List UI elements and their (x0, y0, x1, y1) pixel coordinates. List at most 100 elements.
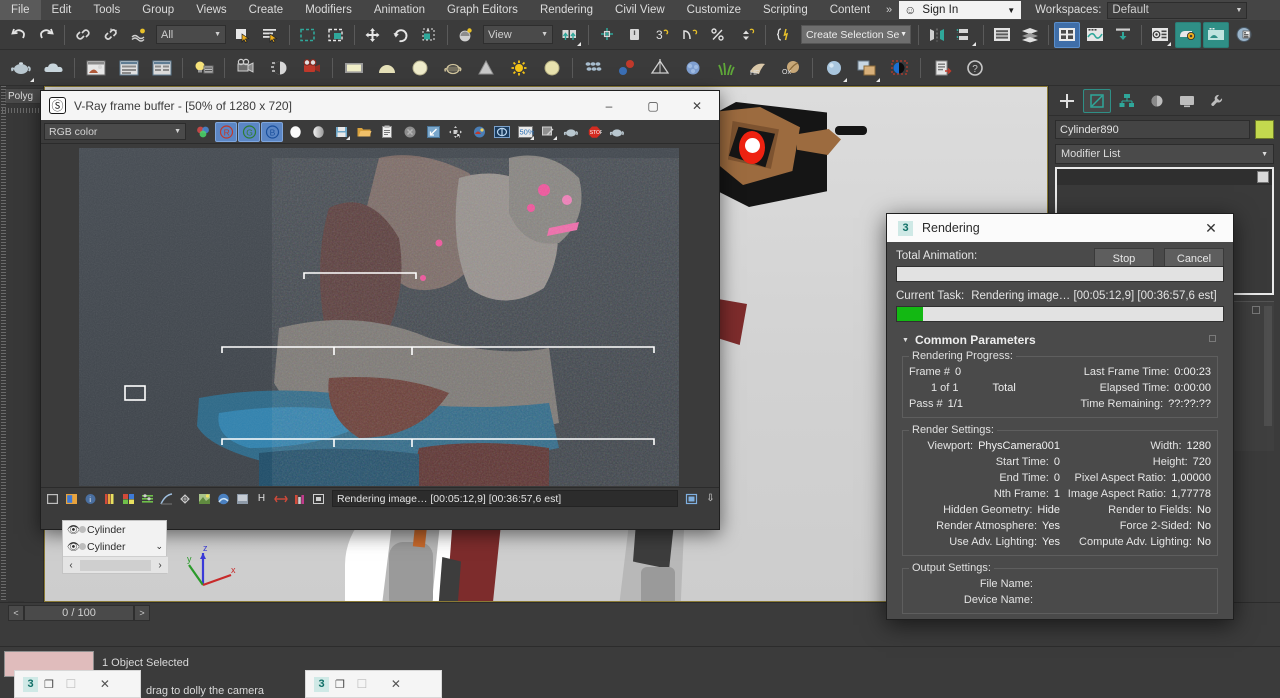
resize-icon[interactable] (422, 122, 444, 142)
select-and-rotate-icon[interactable] (388, 22, 414, 48)
freeze-dot-icon[interactable] (79, 526, 86, 533)
sun-icon[interactable] (503, 52, 534, 84)
spinner-updown-icon[interactable] (734, 22, 760, 48)
render-frame-icon[interactable] (80, 52, 111, 84)
scroll-left-icon[interactable]: ‹ (63, 560, 79, 571)
angle-snap-icon[interactable] (622, 22, 648, 48)
redo-icon[interactable] (33, 22, 59, 48)
color-mapping-icon[interactable] (234, 490, 251, 507)
bind-space-warp-icon[interactable] (126, 22, 152, 48)
maximize-icon[interactable]: ☐ (54, 677, 88, 691)
ribbon-tab-polygon[interactable]: Polyg (4, 88, 44, 104)
white-balance-icon[interactable] (120, 490, 137, 507)
copy-to-clipboard-icon[interactable] (376, 122, 398, 142)
render-last-icon[interactable] (560, 122, 582, 142)
open-image-icon[interactable] (353, 122, 375, 142)
chevron-double-down-icon[interactable]: ⇩ (702, 490, 719, 507)
hue-sat-icon[interactable] (139, 490, 156, 507)
select-object-icon[interactable] (230, 22, 256, 48)
cone-icon[interactable] (470, 52, 501, 84)
undo-icon[interactable] (5, 22, 31, 48)
stack-toggle-icon[interactable] (1257, 171, 1269, 183)
pin-icon[interactable] (1209, 335, 1216, 342)
menu-item-civil-view[interactable]: Civil View (604, 0, 676, 20)
pyramid-icon[interactable] (644, 52, 675, 84)
help-icon[interactable]: ? (959, 52, 990, 84)
sphere-yellow-icon[interactable] (536, 52, 567, 84)
ab-compare-icon[interactable] (491, 122, 513, 142)
close-icon[interactable]: ✕ (379, 677, 413, 691)
object-color-swatch[interactable] (1255, 120, 1274, 139)
schematic-view-icon[interactable] (1110, 22, 1136, 48)
rectangular-select-region-icon[interactable] (295, 22, 321, 48)
scene-explorer-scrollbar[interactable]: ‹ › (63, 556, 168, 573)
ribbon-grip[interactable] (2, 108, 42, 113)
modify-tab-icon[interactable] (1083, 88, 1111, 113)
select-by-name-icon[interactable] (258, 22, 284, 48)
render-elements-icon[interactable] (146, 52, 177, 84)
vfb-title-bar[interactable]: Ⓢ V-Ray frame buffer - [50% of 1280 x 72… (41, 91, 719, 120)
reference-coordinate-combo[interactable]: View ▼ (483, 25, 553, 44)
camera-icon[interactable] (230, 52, 261, 84)
percent-snap-2-icon[interactable] (706, 22, 732, 48)
rollout-scrollbar[interactable] (1264, 306, 1272, 426)
vfb-channel-combo[interactable]: RGB color ▼ (44, 123, 186, 140)
stop-render-icon[interactable]: STOP (583, 122, 605, 142)
background-icon[interactable] (215, 490, 232, 507)
color-channels-icon[interactable] (192, 122, 214, 142)
frame-next-button[interactable]: > (134, 605, 150, 621)
rendered-frame-window-icon[interactable] (1203, 21, 1229, 48)
align-icon[interactable] (952, 22, 978, 48)
menu-item-group[interactable]: Group (131, 0, 185, 20)
menu-item-content[interactable]: Content (819, 0, 881, 20)
grid-array-icon[interactable] (578, 52, 609, 84)
rendering-dialog-close-button[interactable]: ✕ (1189, 214, 1233, 242)
restore-icon[interactable]: ❐ (335, 678, 345, 691)
cloud-icon[interactable] (38, 52, 69, 84)
render-setup-panel-icon[interactable] (113, 52, 144, 84)
lens-effects-icon[interactable] (196, 490, 213, 507)
info-icon[interactable]: i (82, 490, 99, 507)
scatter-icon[interactable] (677, 52, 708, 84)
max-window-1[interactable]: 3 ❐ ☐ ✕ (14, 670, 141, 698)
color-corrections-icon[interactable] (63, 490, 80, 507)
percent-snap-icon[interactable]: 3 (650, 22, 676, 48)
workspace-combo[interactable]: Default ▼ (1107, 1, 1248, 19)
blue-channel-icon[interactable]: B (261, 121, 283, 142)
daylight-icon[interactable] (263, 52, 294, 84)
ox-icon[interactable]: Ox (776, 52, 807, 84)
motion-tab-icon[interactable] (1143, 89, 1171, 113)
modifier-stack-row[interactable] (1057, 169, 1272, 185)
render-icon[interactable] (606, 122, 628, 142)
scene-explorer-popup[interactable]: 👁 Cylinder 👁 Cylinder ⌄ ‹ › (62, 520, 168, 574)
red-channel-icon[interactable]: R (215, 121, 237, 142)
menu-item-customize[interactable]: Customize (676, 0, 752, 20)
toggle-ribbon-icon[interactable] (1054, 21, 1080, 48)
menu-item-create[interactable]: Create (238, 0, 295, 20)
rendering-dialog-title-bar[interactable]: 3 Rendering ✕ (887, 214, 1233, 242)
scene-explorer-icon[interactable] (1017, 22, 1043, 48)
vfb-maximize-button[interactable]: ▢ (631, 91, 675, 120)
snaps-toggle-icon[interactable] (594, 22, 620, 48)
list-item[interactable]: 👁 Cylinder ⌄ (63, 538, 166, 555)
menu-item-edit[interactable]: Edit (41, 0, 83, 20)
region-render-icon[interactable] (537, 122, 559, 142)
select-and-place-icon[interactable] (453, 22, 479, 48)
panel-grip-left[interactable] (1, 86, 6, 626)
spinner-snap-icon[interactable] (678, 22, 704, 48)
compare-horizontal-icon[interactable] (272, 490, 289, 507)
curve-icon[interactable] (158, 490, 175, 507)
scroll-track[interactable] (80, 559, 151, 571)
scroll-right-icon[interactable]: › (152, 560, 168, 571)
curve-editor-icon[interactable] (1082, 22, 1108, 48)
vray-camera-icon[interactable] (296, 52, 327, 84)
close-icon[interactable]: ✕ (88, 677, 122, 691)
chevron-down-icon[interactable]: ⌄ (155, 541, 163, 552)
restore-icon[interactable]: ❐ (44, 678, 54, 691)
menu-item-scripting[interactable]: Scripting (752, 0, 819, 20)
sphere-light-icon[interactable] (404, 52, 435, 84)
layers-icon[interactable] (44, 490, 61, 507)
rollout-pin-icon[interactable] (1252, 306, 1260, 314)
layer-explorer-icon[interactable] (989, 22, 1015, 48)
pan-icon[interactable] (445, 122, 467, 142)
